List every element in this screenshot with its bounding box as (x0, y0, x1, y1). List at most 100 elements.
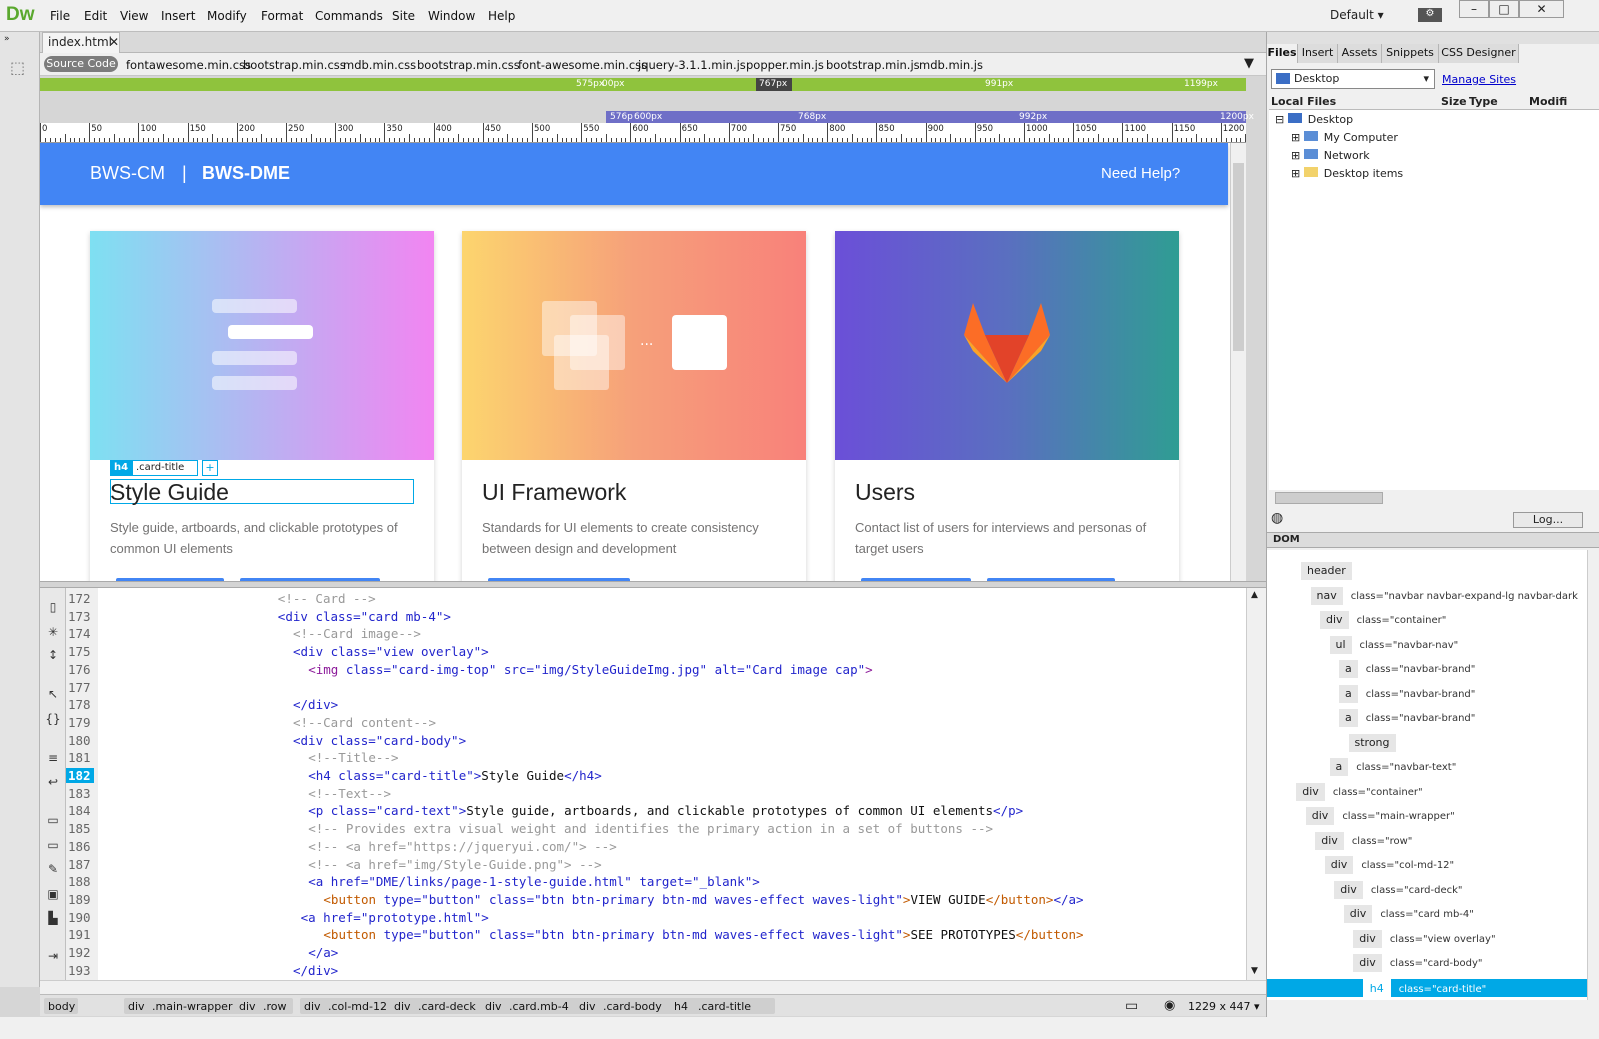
code-line[interactable]: </div> (293, 697, 338, 712)
menu-edit[interactable]: Edit (84, 9, 107, 23)
menu-window[interactable]: Window (428, 9, 475, 23)
code-line[interactable]: <div class="card mb-4"> (278, 609, 451, 624)
help-link[interactable]: Need Help? (1101, 165, 1180, 182)
live-view-icon[interactable]: ◉ (1164, 998, 1175, 1013)
tree-node[interactable]: ⊞ Desktop items (1291, 167, 1403, 180)
design-scrollbar[interactable] (1230, 143, 1246, 581)
code-line[interactable]: <img class="card-img-top" src="img/Style… (308, 662, 872, 677)
code-line[interactable]: <!-- <a href="img/Style-Guide.png"> --> (308, 857, 602, 872)
dom-node[interactable]: div class="card mb-4" (1343, 905, 1474, 923)
code-line[interactable]: <!-- Card --> (278, 591, 376, 606)
code-line[interactable]: </div> (293, 963, 338, 978)
expand-icon[interactable]: ↕ (45, 648, 61, 664)
code-line[interactable]: <div class="view overlay"> (293, 644, 489, 659)
open-documents-icon[interactable]: ▯ (45, 600, 61, 616)
minimize-button[interactable]: – (1459, 0, 1489, 18)
mq-label[interactable]: 991px (985, 78, 1013, 91)
menu-file[interactable]: File (50, 9, 70, 23)
dom-node[interactable]: div class="view overlay" (1353, 929, 1496, 948)
related-file[interactable]: bootstrap.min.js (826, 58, 920, 72)
panel-tab-insert[interactable]: Insert (1298, 44, 1338, 63)
dom-tree[interactable]: header nav class="navbar navbar-expand-lg … (1267, 550, 1587, 1000)
dom-node[interactable]: a class="navbar-brand" (1339, 660, 1475, 678)
dom-node[interactable]: div class="main-wrapper" (1305, 807, 1455, 825)
dom-node[interactable]: a class="navbar-brand" (1339, 684, 1475, 703)
related-file[interactable]: jquery-3.1.1.min.js (638, 58, 746, 72)
column-header[interactable]: Modifi (1529, 95, 1567, 108)
mq-label[interactable]: 767px (759, 78, 787, 91)
code-line[interactable]: <!--Title--> (308, 750, 398, 765)
code-line[interactable]: <!--Card content--> (293, 715, 436, 730)
mq-label[interactable]: 575px (576, 78, 604, 91)
code-line[interactable]: <button type="button" class="btn btn-pri… (323, 892, 1083, 907)
menu-commands[interactable]: Commands (315, 9, 383, 23)
code-line[interactable]: <!-- <a href="https://jqueryui.com/"> --… (308, 839, 617, 854)
source-code-button[interactable]: Source Code (44, 56, 118, 72)
column-header[interactable]: Local Files (1271, 95, 1336, 108)
selection-class-badge[interactable]: .card-title (132, 460, 198, 476)
code-line[interactable]: </a> (308, 945, 338, 960)
manage-sites-link[interactable]: Manage Sites (1442, 73, 1516, 86)
dom-node[interactable]: div class="container" (1320, 611, 1446, 629)
media-query-bar-max[interactable]: 575px 00px 767px 991px 1199px (40, 78, 1246, 91)
related-file[interactable]: bootstrap.min.css (243, 58, 346, 72)
menu-help[interactable]: Help (488, 9, 515, 23)
menu-insert[interactable]: Insert (161, 9, 195, 23)
code-line[interactable]: <!-- Provides extra visual weight and id… (308, 821, 993, 836)
menu-modify[interactable]: Modify (207, 9, 247, 23)
code-line[interactable]: <p class="card-text">Style guide, artboa… (308, 803, 1023, 818)
indent-icon[interactable]: ⇥ (45, 949, 61, 965)
split-divider[interactable] (40, 581, 1266, 588)
related-file[interactable]: fontawesome.min.css (126, 58, 251, 72)
select-parent-icon[interactable]: ↖ (45, 687, 61, 703)
maximize-button[interactable]: □ (1489, 0, 1519, 18)
mq-label[interactable]: 1199px (1184, 78, 1218, 91)
panel-tab-files[interactable]: Files (1267, 44, 1298, 63)
code-line[interactable]: <div class="card-body"> (293, 733, 466, 748)
brand-link-dme[interactable]: BWS-DME (202, 163, 290, 184)
expand-icon[interactable]: ⊞ (1291, 149, 1304, 162)
media-query-bar-min[interactable]: 576p 600px 768px 992px 1200px (606, 111, 1254, 123)
menu-view[interactable]: View (120, 9, 148, 23)
workspace-switcher[interactable]: Default ▾ (1330, 8, 1384, 22)
code-line[interactable]: <h4 class="card-title">Style Guide</h4> (308, 768, 602, 783)
snippets-icon[interactable]: ▣ (45, 887, 61, 903)
tab-index-html[interactable]: index.html ✕ (42, 32, 120, 53)
dom-node[interactable]: h4 class="card-title" (1267, 978, 1587, 999)
wrap-tag-icon[interactable]: ✎ (45, 862, 61, 878)
mq-label[interactable]: 00px (602, 78, 625, 91)
dom-node[interactable]: div class="col-md-12" (1324, 856, 1454, 874)
related-file[interactable]: bootstrap.min.css (417, 58, 520, 72)
code-line[interactable]: <button type="button" class="btn btn-pri… (323, 927, 1083, 942)
gear-icon[interactable]: ⚙ (1418, 8, 1442, 22)
card-title[interactable]: UI Framework (482, 479, 626, 506)
panel-tab-assets[interactable]: Assets (1338, 44, 1382, 63)
files-hscroll[interactable] (1275, 492, 1383, 504)
uncomment-icon[interactable]: ▭ (45, 838, 61, 854)
panel-tab-snippets[interactable]: Snippets (1382, 44, 1439, 63)
menu-site[interactable]: Site (392, 9, 415, 23)
close-tab-icon[interactable]: ✕ (109, 33, 119, 52)
balance-braces-icon[interactable]: {} (45, 712, 61, 728)
collapse-icon[interactable]: ✳ (45, 625, 61, 641)
related-file[interactable]: font-awesome.min.css (518, 58, 647, 72)
tree-node[interactable]: ⊟ Desktop (1275, 113, 1353, 126)
related-file[interactable]: popper.min.js (746, 58, 824, 72)
dom-node[interactable]: div class="container" (1296, 782, 1423, 801)
mq-label[interactable]: 992px (1019, 111, 1047, 123)
menu-format[interactable]: Format (261, 9, 303, 23)
dom-panel-title[interactable]: DOM (1273, 534, 1300, 545)
collapse-icon[interactable]: ⊟ (1275, 113, 1288, 126)
code-line[interactable]: <a href="prototype.html"> (301, 910, 489, 925)
brand-link-cm[interactable]: BWS-CM (90, 163, 165, 184)
code-editor[interactable]: <!-- Card --> <div class="card mb-4"> <!--… (98, 588, 1248, 980)
site-select[interactable]: Desktop ▾ (1271, 69, 1435, 89)
tree-node[interactable]: ⊞ My Computer (1291, 131, 1398, 144)
horizontal-scrollbar[interactable] (40, 980, 1266, 994)
selection-tag-badge[interactable]: h4 (110, 460, 132, 476)
collapse-icon[interactable]: » (4, 34, 10, 44)
dom-scrollbar[interactable] (1587, 550, 1599, 1000)
mq-label[interactable]: 768px (798, 111, 826, 123)
related-file[interactable]: mdb.min.js (919, 58, 983, 72)
add-class-button[interactable]: + (202, 460, 218, 476)
